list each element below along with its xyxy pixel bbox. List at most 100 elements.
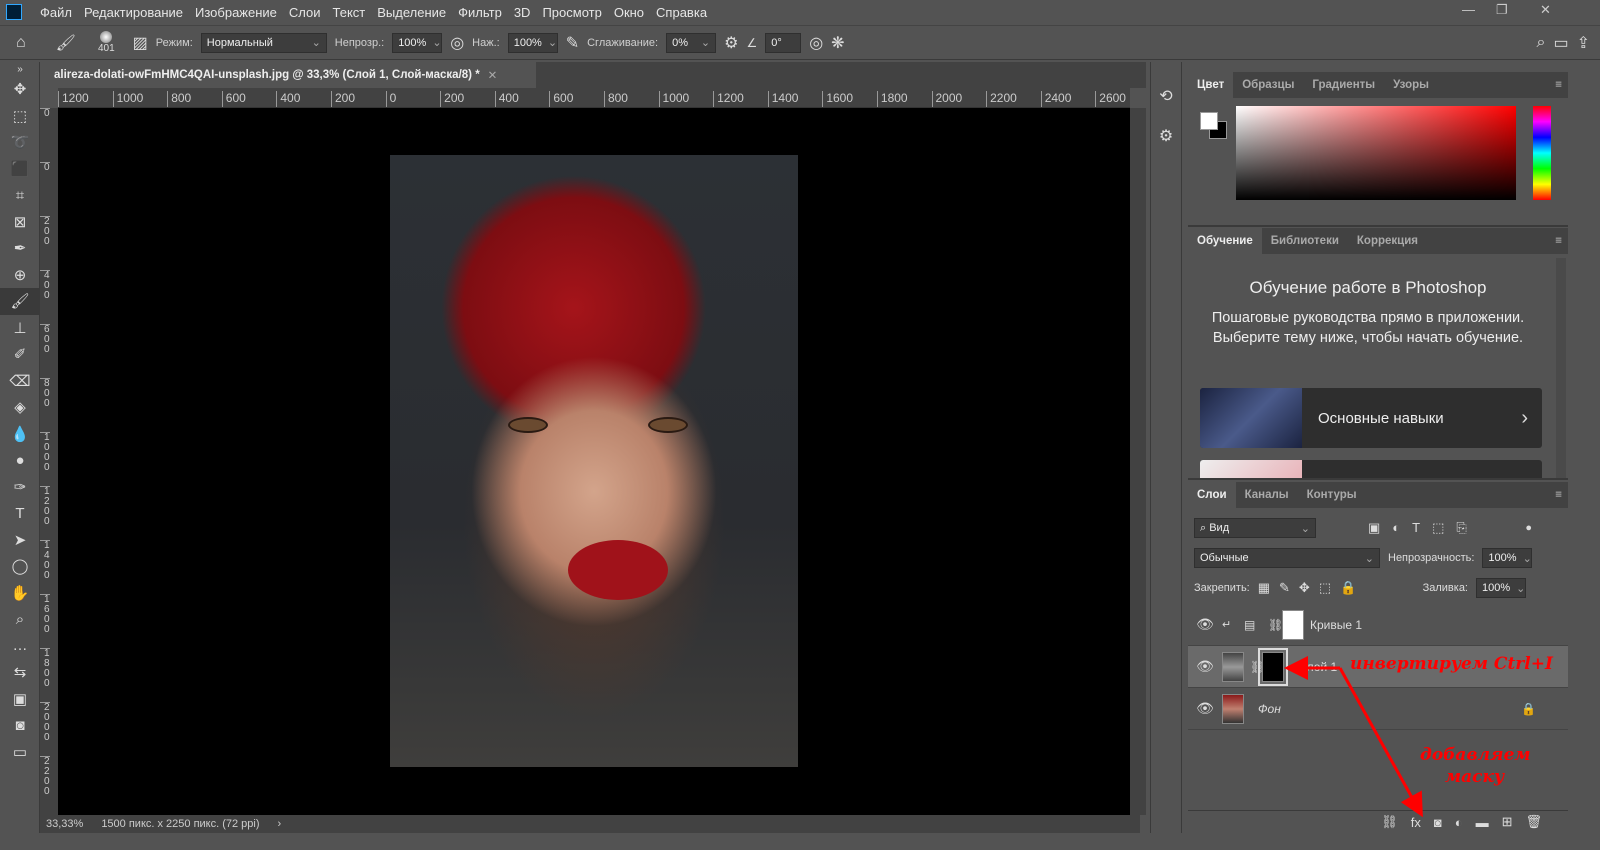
flow-field[interactable]: 100% [507, 32, 558, 53]
layer-thumbnail[interactable] [1222, 651, 1244, 682]
close-tab-icon[interactable]: ✕ [488, 68, 498, 82]
trash-icon[interactable]: 🗑 [1525, 814, 1542, 830]
menu-item[interactable]: Выделение [371, 5, 452, 20]
stamp-tool-icon[interactable]: ⊥ [0, 315, 40, 342]
swap-colors-icon[interactable]: ⇆ [0, 659, 40, 686]
menu-item[interactable]: Редактирование [78, 5, 189, 20]
angle-field[interactable]: 0° [765, 32, 802, 53]
panel-menu-icon[interactable]: ≡ [1555, 235, 1568, 247]
menu-item[interactable]: Изображение [189, 5, 283, 20]
eyedropper-icon[interactable]: ✒ [0, 235, 40, 262]
tab-learn-0[interactable]: Обучение [1188, 228, 1262, 254]
airbrush-icon[interactable]: ✎ [566, 33, 579, 53]
fill-field[interactable]: 100% [1476, 578, 1526, 598]
tab-learn-1[interactable]: Библиотеки [1262, 228, 1348, 254]
home-icon[interactable]: ⌂ [16, 34, 26, 52]
zoom-level[interactable]: 33,33% [46, 818, 83, 830]
link-icon[interactable]: ⛓ [1250, 660, 1265, 674]
smoothing-field[interactable]: 0% [666, 32, 717, 53]
more-tools-icon[interactable]: … [0, 633, 40, 660]
layer-mask-thumbnail[interactable] [1258, 647, 1288, 686]
paint-bucket-icon[interactable]: ◈ [0, 394, 40, 421]
path-select-icon[interactable]: ➤ [0, 527, 40, 554]
opacity-field[interactable]: 100% [392, 32, 443, 53]
menu-item[interactable]: 3D [508, 5, 537, 20]
color-swatches-icon[interactable]: ▣ [0, 686, 40, 713]
add-mask-icon[interactable]: ◙ [1434, 815, 1442, 830]
brush-tool-icon[interactable]: 🖌 [0, 288, 40, 315]
object-select-icon[interactable]: ⬛ [0, 156, 40, 183]
ellipse-tool-icon[interactable]: ◯ [0, 553, 40, 580]
panel-menu-icon[interactable]: ≡ [1555, 79, 1568, 91]
brush-settings-icon[interactable]: ▨ [133, 33, 148, 53]
layer-opacity-field[interactable]: 100% [1482, 548, 1533, 568]
hue-slider[interactable] [1533, 106, 1551, 200]
link-layers-icon[interactable]: ⛓ [1381, 814, 1398, 830]
document-tab[interactable]: alireza-dolati-owFmHMC4QAI-unsplash.jpg … [46, 62, 536, 88]
fx-icon[interactable]: fx [1411, 815, 1421, 830]
pressure-opacity-icon[interactable]: ◎ [450, 33, 464, 53]
tab-learn-2[interactable]: Коррекция [1348, 228, 1427, 254]
tab-color-0[interactable]: Цвет [1188, 72, 1234, 98]
menu-item[interactable]: Фильтр [452, 5, 508, 20]
filter-toggle[interactable]: ● [1525, 522, 1532, 534]
blend-mode-select[interactable]: Обычные [1194, 548, 1380, 568]
menu-item[interactable]: Справка [650, 5, 713, 20]
hand-tool-icon[interactable]: ✋ [0, 580, 40, 607]
menu-item[interactable]: Слои [283, 5, 327, 20]
layer-mask-thumbnail[interactable] [1282, 609, 1304, 640]
search-icon[interactable]: ⌕ [1537, 34, 1546, 52]
eraser-icon[interactable]: ⌫ [0, 368, 40, 395]
zoom-tool-icon[interactable]: ⌕ [0, 606, 40, 633]
toolbar-collapse-icon[interactable]: » [0, 62, 40, 76]
status-expand-icon[interactable]: › [278, 818, 282, 830]
visibility-eye-icon[interactable]: 👁 [1188, 616, 1222, 633]
menu-item[interactable]: Окно [608, 5, 650, 20]
tab-color-1[interactable]: Образцы [1233, 72, 1303, 98]
brush-size-picker[interactable]: 401 [98, 31, 115, 54]
history-brush-icon[interactable]: ✐ [0, 341, 40, 368]
screen-mode-icon[interactable]: ▭ [0, 739, 40, 766]
blur-tool-icon[interactable]: 💧 [0, 421, 40, 448]
pen-tool-icon[interactable]: ✑ [0, 474, 40, 501]
group-folder-icon[interactable]: ▬ [1476, 815, 1489, 830]
share-icon[interactable]: ⇪ [1577, 33, 1590, 53]
properties-icon[interactable]: ⚙ [1151, 126, 1181, 146]
tab-layers-2[interactable]: Контуры [1298, 482, 1366, 508]
tab-color-2[interactable]: Градиенты [1303, 72, 1384, 98]
course-card[interactable]: Основные навыки › [1200, 388, 1542, 448]
minimize-icon[interactable]: — [1462, 2, 1475, 17]
layer-filter-select[interactable]: ⌕ Вид [1194, 518, 1316, 538]
menu-item[interactable]: Текст [327, 5, 372, 20]
type-tool-icon[interactable]: T [0, 500, 40, 527]
visibility-eye-icon[interactable]: 👁 [1188, 700, 1222, 717]
lock-icons[interactable]: ▦✎✥⬚🔒 [1258, 580, 1366, 596]
layer-row-curves[interactable]: 👁 ↵ ▤ ⛓ Кривые 1 [1188, 604, 1568, 646]
link-icon[interactable]: ⛓ [1268, 618, 1283, 632]
workspace-icon[interactable]: ▭ [1553, 33, 1568, 53]
history-icon[interactable]: ⟲ [1151, 86, 1181, 106]
spot-heal-icon[interactable]: ⊕ [0, 262, 40, 289]
restore-icon[interactable]: ❐ [1496, 2, 1508, 18]
new-layer-icon[interactable]: ⊞ [1502, 814, 1513, 830]
menu-item[interactable]: Файл [34, 5, 78, 20]
gear-icon[interactable]: ⚙ [724, 33, 738, 53]
close-icon[interactable]: ✕ [1540, 2, 1551, 18]
menu-item[interactable]: Просмотр [536, 5, 607, 20]
tab-color-3[interactable]: Узоры [1384, 72, 1438, 98]
tab-layers-1[interactable]: Каналы [1236, 482, 1298, 508]
panel-menu-icon[interactable]: ≡ [1555, 489, 1568, 501]
quick-mask-icon[interactable]: ◙ [0, 712, 40, 739]
vertical-scrollbar[interactable] [1130, 108, 1146, 815]
brush-tool-preset-icon[interactable]: 🖌 [56, 33, 76, 53]
learn-scrollbar[interactable] [1556, 258, 1566, 478]
layer-filter-icons[interactable]: ▣◐T⬚⎘ [1368, 520, 1479, 536]
foreground-color-swatch[interactable] [1200, 112, 1218, 130]
dodge-tool-icon[interactable]: ● [0, 447, 40, 474]
layer-row-background[interactable]: 👁 Фон 🔒 [1188, 688, 1568, 730]
pressure-size-icon[interactable]: ◎ [809, 33, 823, 53]
color-field[interactable] [1236, 106, 1516, 200]
symmetry-icon[interactable]: ❋ [831, 33, 844, 53]
adjustment-layer-icon[interactable]: ◐ [1455, 815, 1463, 830]
visibility-eye-icon[interactable]: 👁 [1188, 658, 1222, 675]
